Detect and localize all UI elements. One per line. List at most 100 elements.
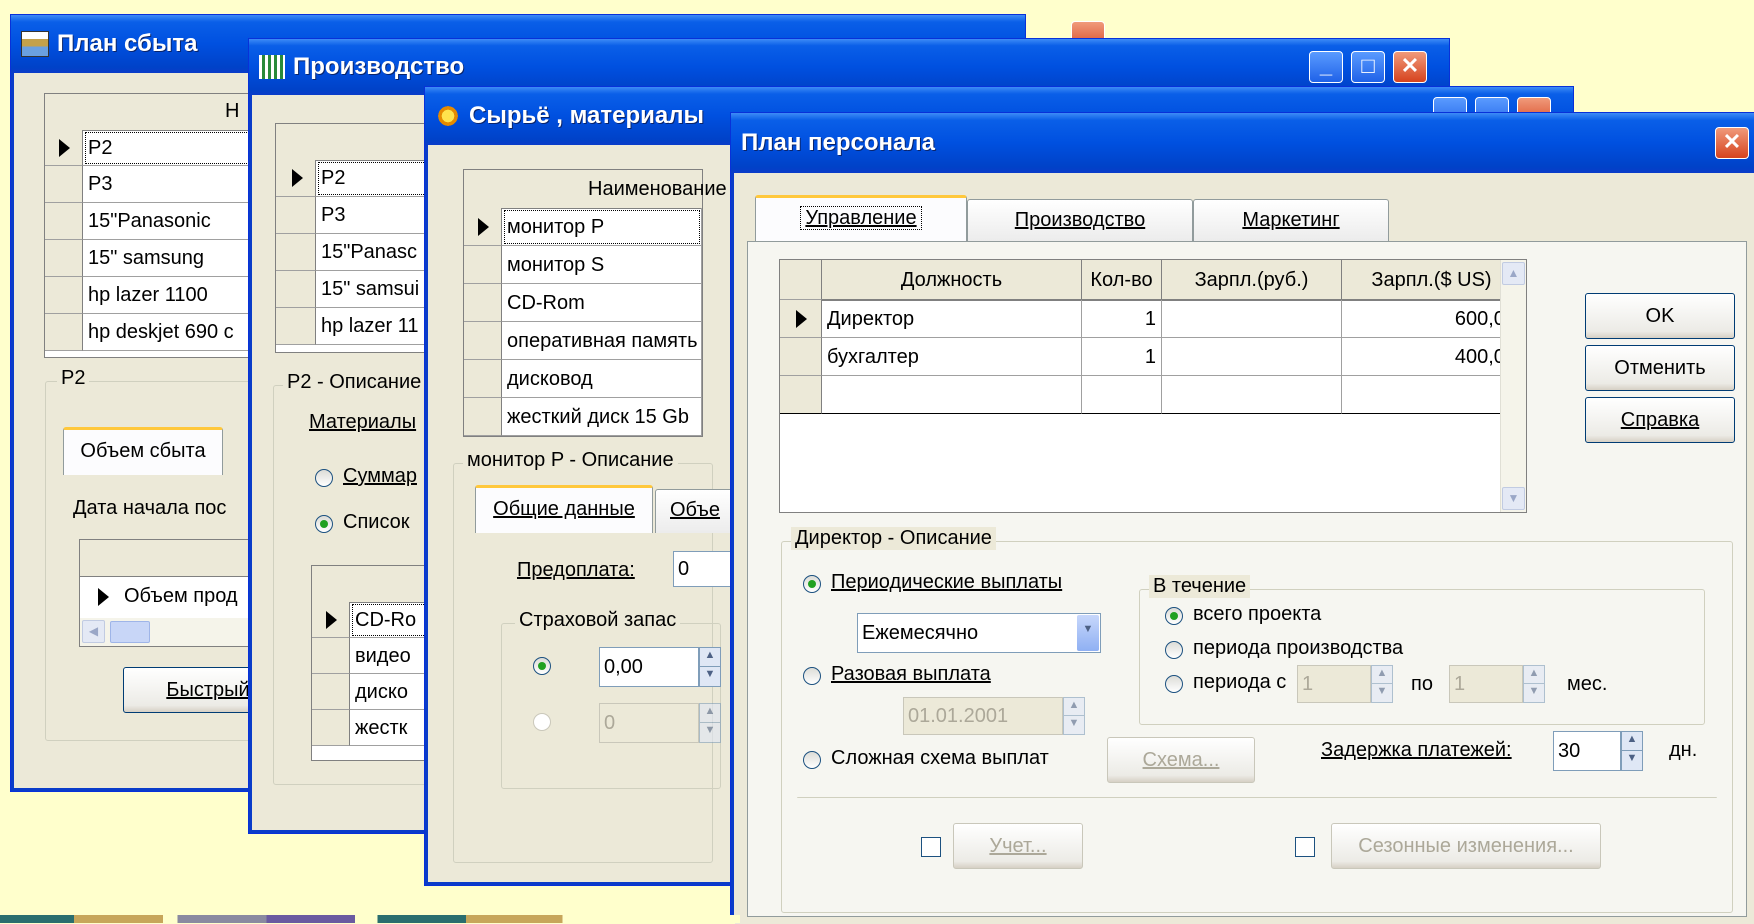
row-indicator <box>276 308 316 345</box>
cell-count[interactable] <box>1082 376 1162 414</box>
cell-position[interactable]: Директор <box>822 300 1082 338</box>
window-title: Производство <box>293 53 465 80</box>
table-row[interactable]: hp lazer 1100 <box>83 277 263 314</box>
current-row-arrow-icon <box>796 310 807 328</box>
table-row[interactable]: жесткий диск 15 Gb <box>502 398 702 436</box>
reserve-percent-spinner[interactable]: ▲ ▼ <box>699 703 721 743</box>
season-checkbox[interactable] <box>1295 837 1315 857</box>
column-header-salary-usd[interactable]: Зарпл.($ US) <box>1342 260 1522 300</box>
delay-spinner[interactable]: ▲ ▼ <box>1621 731 1643 771</box>
current-row-arrow-icon <box>98 588 109 606</box>
table-row[interactable]: 15"Panasonic <box>83 203 263 240</box>
materials-list-grid[interactable]: Наименование монитор P монитор S CD-Rom … <box>463 169 727 437</box>
table-row[interactable]: hp deskjet 690 c <box>83 314 263 351</box>
cell-salary-rub[interactable] <box>1162 376 1342 414</box>
radio-complex[interactable] <box>803 751 821 769</box>
radio-production-period-label: периода производства <box>1193 637 1404 659</box>
group-label: P2 - Описание <box>283 371 426 394</box>
scroll-thumb[interactable] <box>110 621 150 643</box>
reserve-percent-input[interactable]: 0 <box>599 703 699 743</box>
account-checkbox[interactable] <box>921 837 941 857</box>
ok-button[interactable]: OK <box>1585 293 1735 339</box>
radio-custom-period[interactable] <box>1165 675 1183 693</box>
tab-production[interactable]: Производство <box>967 199 1193 241</box>
account-button[interactable]: Учет... <box>953 823 1083 869</box>
row-indicator <box>464 322 502 360</box>
tab-volume[interactable]: Объе <box>655 489 735 533</box>
prepay-input[interactable]: 0 <box>673 551 733 587</box>
radio-reserve-amount[interactable] <box>533 657 551 675</box>
sales-plan-icon <box>21 31 49 57</box>
period-to-spinner[interactable]: ▲ ▼ <box>1523 665 1545 703</box>
minimize-button[interactable]: _ <box>1309 51 1343 83</box>
table-row[interactable]: P3 <box>83 166 263 203</box>
cell-position[interactable]: бухгалтер <box>822 338 1082 376</box>
row-indicator <box>312 602 350 638</box>
chevron-down-icon[interactable]: ▼ <box>1077 615 1099 651</box>
radio-single[interactable] <box>803 667 821 685</box>
cell-salary-usd[interactable]: 600,00 <box>1342 300 1522 338</box>
single-date-input[interactable]: 01.01.2001 <box>903 697 1063 735</box>
ok-button-label: OK <box>1645 305 1675 327</box>
sales-product-grid[interactable]: Н P2 P3 15"Panasonic 15" samsung hp laze… <box>44 93 264 358</box>
table-row[interactable]: P2 <box>83 130 263 166</box>
scroll-down-icon[interactable]: ▼ <box>1502 487 1525 510</box>
cell-salary-usd[interactable]: 400,00 <box>1342 338 1522 376</box>
row-indicator <box>276 160 316 197</box>
table-row[interactable]: оперативная память 3 <box>502 322 702 360</box>
table-row[interactable]: дисковод <box>502 360 702 398</box>
staff-grid[interactable]: Должность Кол-во Зарпл.(руб.) Зарпл.($ U… <box>779 259 1527 513</box>
radio-list[interactable] <box>315 515 333 533</box>
tab-marketing[interactable]: Маркетинг <box>1193 199 1389 241</box>
scheme-button-label: Схема... <box>1142 749 1220 771</box>
radio-reserve-percent[interactable] <box>533 713 551 731</box>
table-row[interactable]: CD-Rom <box>502 284 702 322</box>
radio-whole-project[interactable] <box>1165 607 1183 625</box>
cancel-button[interactable]: Отменить <box>1585 345 1735 391</box>
table-row[interactable]: 15" samsung <box>83 240 263 277</box>
table-row[interactable]: Объем прод <box>124 585 238 608</box>
tab-label: Производство <box>1014 209 1146 231</box>
reserve-amount-spinner[interactable]: ▲ ▼ <box>699 647 721 687</box>
titlebar-staff-plan[interactable]: План персонала <box>731 113 1754 173</box>
column-header-position[interactable]: Должность <box>822 260 1082 300</box>
reserve-amount-input[interactable]: 0,00 <box>599 647 699 687</box>
tab-general[interactable]: Общие данные <box>475 485 653 533</box>
period-from-spinner[interactable]: ▲ ▼ <box>1371 665 1393 703</box>
cell-count[interactable]: 1 <box>1082 338 1162 376</box>
column-header-salary-rub[interactable]: Зарпл.(руб.) <box>1162 260 1342 300</box>
periodic-select[interactable]: Ежемесячно ▼ <box>857 613 1101 653</box>
period-from-input[interactable]: 1 <box>1297 665 1371 703</box>
scroll-up-icon[interactable]: ▲ <box>1502 262 1525 285</box>
cell-position[interactable] <box>822 376 1082 414</box>
grid-header: Наименование <box>464 170 727 209</box>
reserve-group-label: Страховой запас <box>515 609 681 632</box>
window-title: План сбыта <box>57 30 198 57</box>
column-header-count[interactable]: Кол-во <box>1082 260 1162 300</box>
table-row[interactable]: монитор P <box>502 208 702 246</box>
cell-salary-usd[interactable] <box>1342 376 1522 414</box>
tab-management[interactable]: Управление <box>755 195 967 241</box>
scheme-button[interactable]: Схема... <box>1107 737 1255 783</box>
row-indicator <box>45 314 83 351</box>
tab-materials[interactable]: Материалы <box>309 411 416 434</box>
delay-input[interactable]: 30 <box>1553 731 1621 771</box>
radio-sum[interactable] <box>315 469 333 487</box>
maximize-button[interactable]: □ <box>1351 51 1385 83</box>
close-button[interactable]: ✕ <box>1715 127 1749 159</box>
vertical-scrollbar[interactable]: ▲ ▼ <box>1500 260 1526 512</box>
table-row[interactable]: монитор S <box>502 246 702 284</box>
close-button[interactable]: ✕ <box>1393 51 1427 83</box>
radio-production-period[interactable] <box>1165 641 1183 659</box>
cell-salary-rub[interactable] <box>1162 338 1342 376</box>
cell-count[interactable]: 1 <box>1082 300 1162 338</box>
single-date-spinner[interactable]: ▲ ▼ <box>1063 697 1085 735</box>
help-button[interactable]: Справка <box>1585 397 1735 443</box>
group-label: Директор - Описание <box>791 527 996 550</box>
scroll-left-icon[interactable]: ◀ <box>82 620 105 643</box>
tab-sales-volume[interactable]: Объем сбыта <box>63 427 223 475</box>
radio-periodic[interactable] <box>803 575 821 593</box>
period-to-input[interactable]: 1 <box>1449 665 1523 703</box>
season-button[interactable]: Сезонные изменения... <box>1331 823 1601 869</box>
cell-salary-rub[interactable] <box>1162 300 1342 338</box>
